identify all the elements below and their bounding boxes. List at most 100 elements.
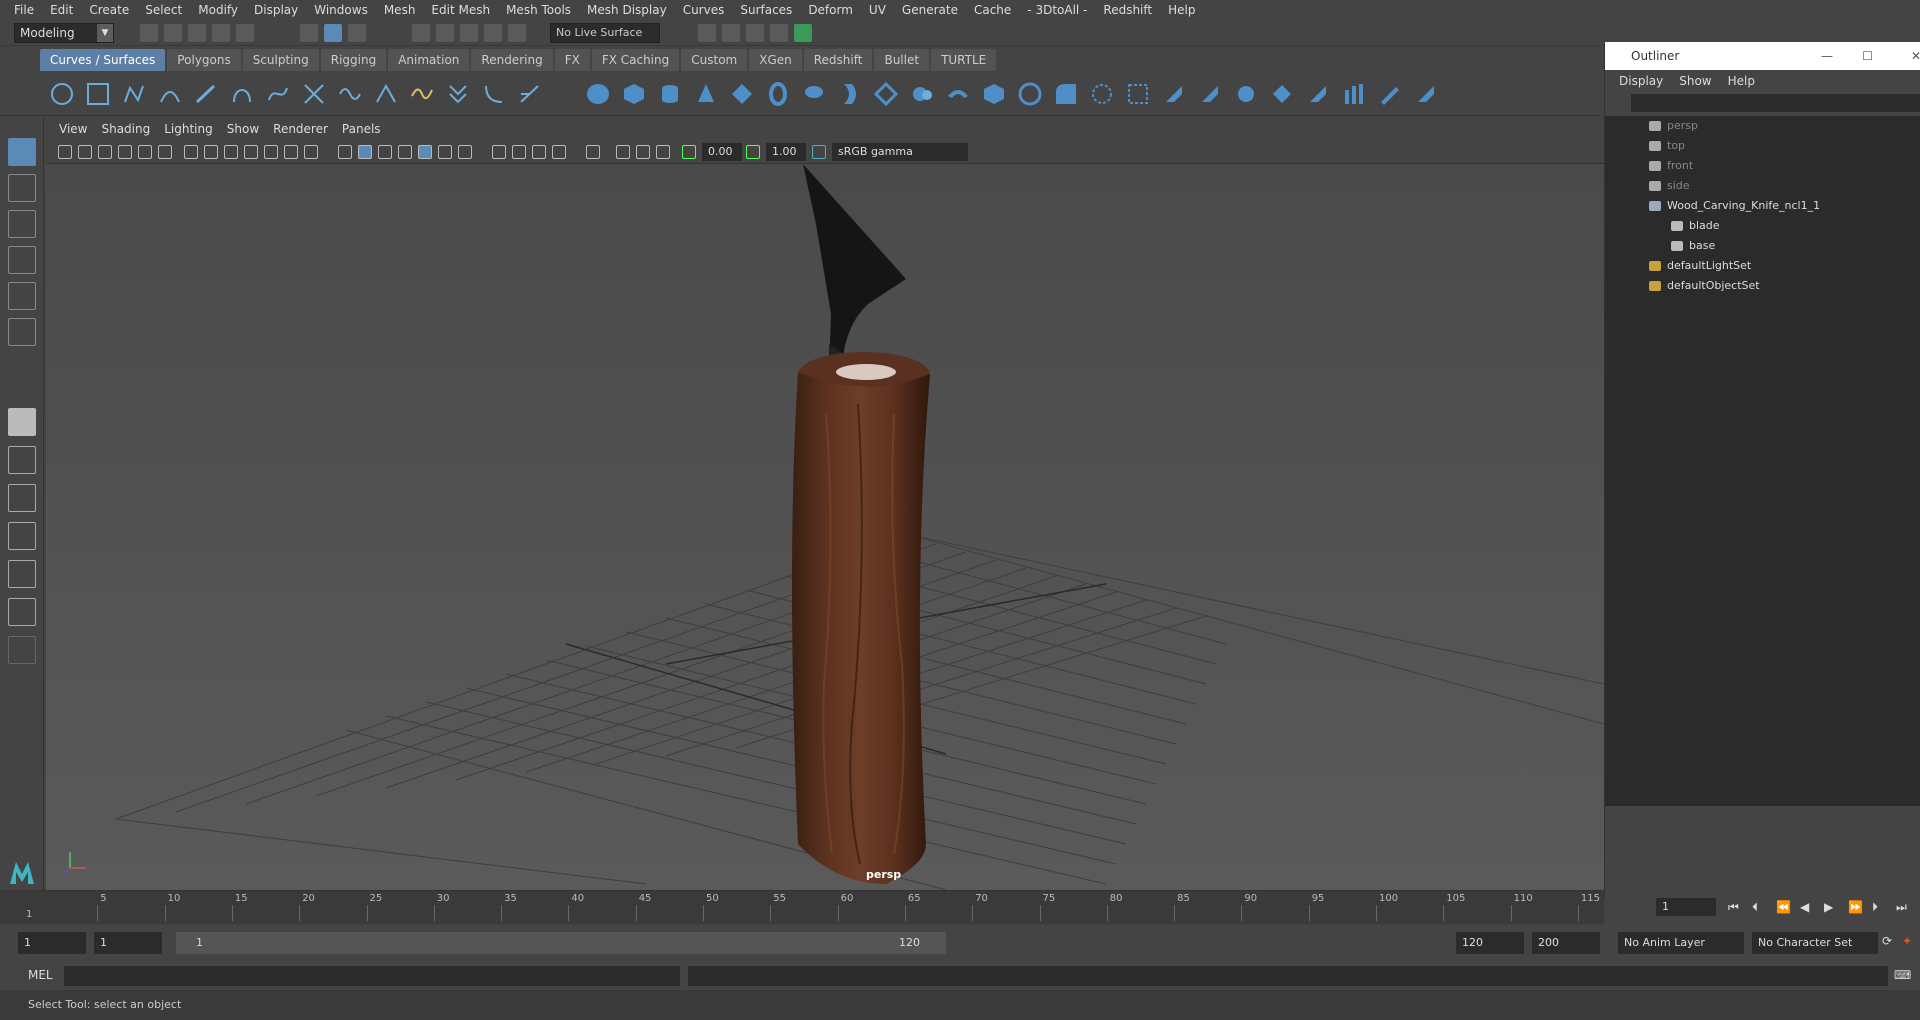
menu-display[interactable]: Display [246, 0, 306, 20]
outliner-layout-icon[interactable] [8, 598, 36, 626]
more-layouts-icon[interactable] [8, 636, 36, 664]
outliner-item[interactable]: base [1605, 236, 1715, 256]
play-backwards-icon[interactable]: ◀ [1800, 900, 1809, 914]
tab-redshift[interactable]: Redshift [803, 49, 873, 71]
nurbs-sphere-icon[interactable] [586, 82, 610, 106]
menu-mesh-display[interactable]: Mesh Display [579, 0, 675, 20]
menu-cache[interactable]: Cache [966, 0, 1019, 20]
paint-select-icon[interactable] [8, 210, 36, 238]
viewport-menu-lighting[interactable]: Lighting [157, 122, 220, 136]
animation-prefs-icon[interactable]: ✦ [1902, 934, 1912, 948]
step-back-key-icon[interactable]: ⏪ [1776, 900, 1791, 914]
menu-edit[interactable]: Edit [42, 0, 81, 20]
select-component-icon[interactable] [348, 24, 366, 42]
step-forward-key-icon[interactable]: ⏩ [1848, 900, 1863, 914]
motion-blur-icon[interactable] [512, 145, 526, 159]
boundary-icon[interactable] [982, 82, 1006, 106]
bookmark-icon[interactable] [98, 145, 112, 159]
step-back-frame-icon[interactable]: ⏴ [1752, 900, 1758, 915]
nurbs-square-icon[interactable] [86, 82, 110, 106]
grease-pencil-icon[interactable] [158, 145, 172, 159]
curve-attach-icon[interactable] [338, 82, 362, 106]
curve-detach-icon[interactable] [374, 82, 398, 106]
menu-file[interactable]: File [6, 0, 42, 20]
image-plane-icon[interactable] [118, 145, 132, 159]
single-view-layout-icon[interactable] [8, 408, 36, 436]
curve-offset-icon[interactable] [446, 82, 470, 106]
render-current-icon[interactable] [698, 24, 716, 42]
redo-icon[interactable] [236, 24, 254, 42]
rebuild-surface-icon[interactable] [1414, 82, 1438, 106]
menu-windows[interactable]: Windows [306, 0, 376, 20]
play-forwards-icon[interactable]: ▶ [1824, 900, 1833, 914]
xray-components-icon[interactable] [656, 145, 670, 159]
minimize-icon[interactable]: — [1821, 42, 1833, 70]
menu-edit-mesh[interactable]: Edit Mesh [423, 0, 498, 20]
outliner-item[interactable]: defaultObjectSet [1605, 276, 1760, 296]
pencil-curve-icon[interactable] [194, 82, 218, 106]
scale-tool-icon[interactable] [8, 318, 36, 346]
curve-rebuild-icon[interactable] [410, 82, 434, 106]
outliner-item[interactable]: front [1605, 156, 1693, 176]
isolate-select-icon[interactable] [586, 145, 600, 159]
rotate-tool-icon[interactable] [8, 282, 36, 310]
extrude-icon[interactable] [910, 82, 934, 106]
animation-end-field[interactable]: 200 [1532, 932, 1600, 954]
auto-key-icon[interactable]: ⟳ [1882, 934, 1892, 948]
attach-surfaces-icon[interactable] [1198, 82, 1222, 106]
outliner-persp-layout-icon[interactable] [8, 560, 36, 588]
depth-of-field-icon[interactable] [552, 145, 566, 159]
wireframe-on-shaded-icon[interactable] [398, 145, 412, 159]
select-object-icon[interactable] [324, 24, 342, 42]
menu-curves[interactable]: Curves [675, 0, 733, 20]
menu-select[interactable]: Select [137, 0, 190, 20]
birail-icon[interactable] [946, 82, 970, 106]
menu-3dtoall[interactable]: - 3DtoAll - [1019, 0, 1095, 20]
revolve-icon[interactable] [802, 82, 826, 106]
default-material-icon[interactable] [378, 145, 392, 159]
four-view-layout-icon[interactable] [8, 446, 36, 474]
outliner-menu-display[interactable]: Display [1611, 70, 1671, 92]
camera-lock-icon[interactable] [78, 145, 92, 159]
exposure-icon[interactable] [682, 145, 696, 159]
planar-icon[interactable] [874, 82, 898, 106]
field-chart-icon[interactable] [264, 145, 278, 159]
2d-pan-zoom-icon[interactable] [138, 145, 152, 159]
persp-graph-layout-icon[interactable] [8, 522, 36, 550]
undo-icon[interactable] [212, 24, 230, 42]
wireframe-icon[interactable] [338, 145, 352, 159]
persp-viewport[interactable]: persp [46, 164, 1604, 890]
go-to-start-icon[interactable]: ⏮ [1728, 900, 1739, 915]
close-icon[interactable]: ✕ [1911, 42, 1920, 70]
detach-surfaces-icon[interactable] [1234, 82, 1258, 106]
tab-rendering[interactable]: Rendering [471, 49, 553, 71]
open-close-icon[interactable] [1306, 82, 1330, 106]
tab-xgen[interactable]: XGen [749, 49, 802, 71]
xray-icon[interactable] [616, 145, 630, 159]
range-slider[interactable]: 1 120 [176, 932, 946, 954]
arc-tool-icon[interactable] [230, 82, 254, 106]
outliner-item[interactable]: side [1605, 176, 1690, 196]
nurbs-torus-icon[interactable] [766, 82, 790, 106]
menu-mesh-tools[interactable]: Mesh Tools [498, 0, 579, 20]
menu-redshift[interactable]: Redshift [1095, 0, 1160, 20]
menu-surfaces[interactable]: Surfaces [732, 0, 800, 20]
outliner-search-input[interactable] [1631, 94, 1920, 112]
tab-rigging[interactable]: Rigging [320, 49, 387, 71]
menu-uv[interactable]: UV [861, 0, 894, 20]
tab-custom[interactable]: Custom [681, 49, 748, 71]
command-input[interactable] [64, 966, 680, 986]
grid-toggle-icon[interactable] [184, 145, 198, 159]
safe-action-icon[interactable] [284, 145, 298, 159]
bevel-icon[interactable] [1054, 82, 1078, 106]
gate-mask-icon[interactable] [244, 145, 258, 159]
outliner-item[interactable]: blade [1605, 216, 1720, 236]
script-editor-icon[interactable]: ⌨ [1894, 968, 1911, 982]
move-tool-icon[interactable] [8, 246, 36, 274]
curve-extend-icon[interactable] [482, 82, 506, 106]
extend-surface-icon[interactable] [1378, 82, 1402, 106]
two-view-layout-icon[interactable] [8, 484, 36, 512]
safe-title-icon[interactable] [304, 145, 318, 159]
xray-joints-icon[interactable] [636, 145, 650, 159]
tab-fx[interactable]: FX [554, 49, 590, 71]
